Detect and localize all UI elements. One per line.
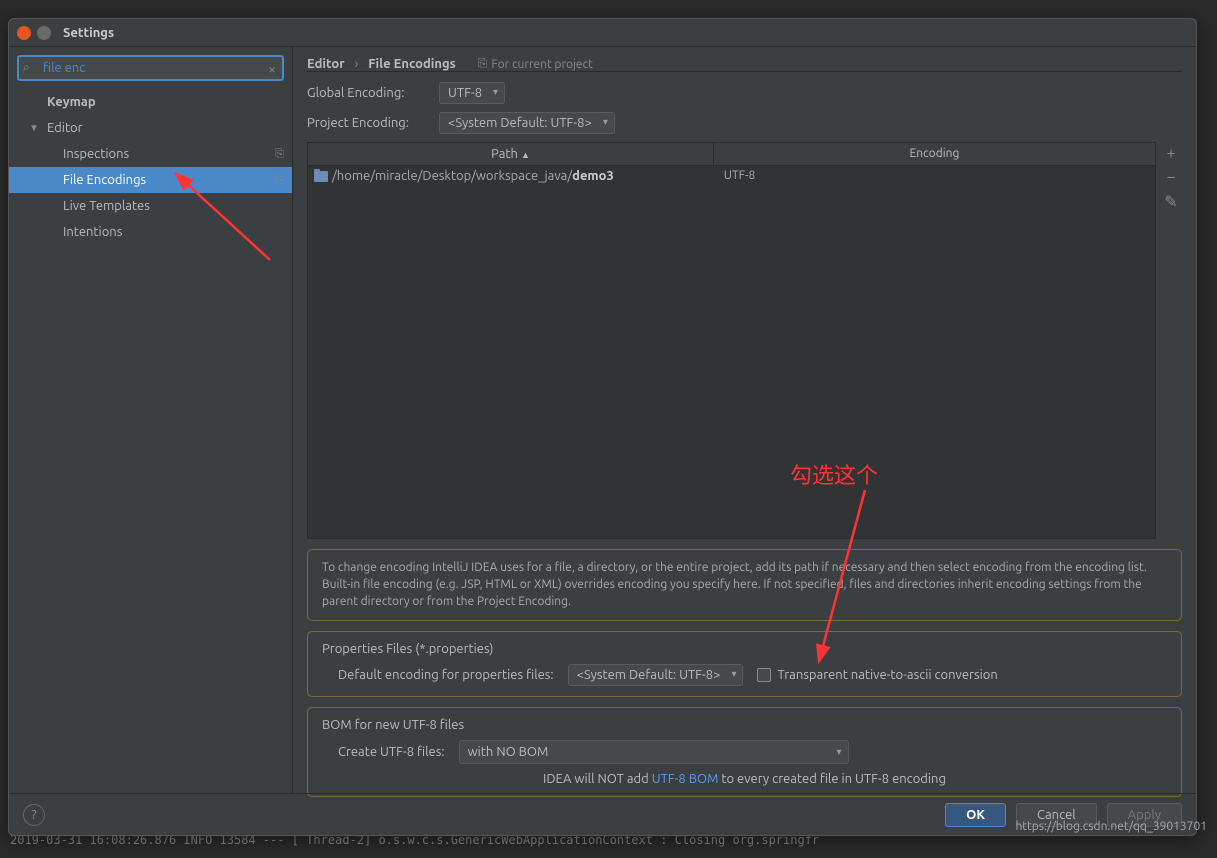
edit-row-button[interactable]: ✎ bbox=[1160, 192, 1182, 211]
remove-row-button[interactable]: − bbox=[1160, 168, 1182, 186]
encoding-table: Path▲ Encoding /home/miracle/Desktop/wor… bbox=[307, 142, 1156, 539]
default-props-encoding-dropdown[interactable]: <System Default: UTF-8> bbox=[568, 664, 744, 686]
table-row[interactable]: /home/miracle/Desktop/workspace_java/dem… bbox=[308, 166, 1155, 186]
settings-tree: Keymap ▼Editor Inspections⎘ File Encodin… bbox=[9, 89, 292, 793]
settings-dialog: Settings ⌕ × Keymap ▼Editor Inspections⎘… bbox=[8, 18, 1197, 836]
caret-down-icon: ▼ bbox=[29, 122, 39, 134]
help-button[interactable]: ? bbox=[23, 804, 45, 826]
encoding-cell[interactable]: UTF-8 bbox=[704, 169, 1149, 183]
column-header-encoding[interactable]: Encoding bbox=[714, 143, 1155, 165]
transparent-ascii-checkbox[interactable] bbox=[757, 668, 771, 682]
titlebar: Settings bbox=[9, 19, 1196, 47]
breadcrumb: Editor › File Encodings For current proj… bbox=[307, 57, 1182, 72]
add-row-button[interactable]: + bbox=[1160, 144, 1182, 162]
folder-icon bbox=[314, 171, 328, 182]
sidebar-item-editor[interactable]: ▼Editor bbox=[9, 115, 292, 141]
window-minimize-button[interactable] bbox=[37, 26, 51, 40]
project-encoding-dropdown[interactable]: <System Default: UTF-8> bbox=[439, 112, 615, 134]
bom-title: BOM for new UTF-8 files bbox=[322, 718, 1167, 732]
scope-badge: For current project bbox=[478, 57, 593, 71]
breadcrumb-current: File Encodings bbox=[368, 57, 456, 71]
ok-button[interactable]: OK bbox=[945, 803, 1006, 827]
sort-asc-icon: ▲ bbox=[521, 150, 530, 160]
project-scope-icon: ⎘ bbox=[275, 148, 284, 161]
sidebar-item-intentions[interactable]: Intentions bbox=[9, 219, 292, 245]
annotation-text: 勾选这个 bbox=[790, 458, 878, 490]
watermark-text: https://blog.csdn.net/qq_39013701 bbox=[1015, 820, 1207, 833]
properties-panel: Properties Files (*.properties) Default … bbox=[307, 631, 1182, 697]
search-icon: ⌕ bbox=[23, 61, 30, 75]
default-props-encoding-label: Default encoding for properties files: bbox=[338, 668, 554, 682]
clear-search-icon[interactable]: × bbox=[268, 61, 276, 77]
project-encoding-label: Project Encoding: bbox=[307, 116, 427, 130]
utf8-bom-link[interactable]: UTF-8 BOM bbox=[652, 772, 719, 786]
window-close-button[interactable] bbox=[17, 26, 31, 40]
breadcrumb-root[interactable]: Editor bbox=[307, 57, 345, 71]
column-header-path[interactable]: Path▲ bbox=[308, 143, 714, 165]
sidebar-item-keymap[interactable]: Keymap bbox=[9, 89, 292, 115]
search-input[interactable] bbox=[17, 55, 284, 81]
bom-note: IDEA will NOT add UTF-8 BOM to every cre… bbox=[322, 772, 1167, 786]
settings-content: Editor › File Encodings For current proj… bbox=[293, 47, 1196, 793]
settings-sidebar: ⌕ × Keymap ▼Editor Inspections⎘ File Enc… bbox=[9, 47, 293, 793]
window-title: Settings bbox=[63, 26, 114, 40]
transparent-ascii-label: Transparent native-to-ascii conversion bbox=[777, 668, 997, 682]
breadcrumb-separator: › bbox=[355, 57, 359, 71]
global-encoding-dropdown[interactable]: UTF-8 bbox=[439, 82, 505, 104]
sidebar-item-live-templates[interactable]: Live Templates bbox=[9, 193, 292, 219]
create-utf8-label: Create UTF-8 files: bbox=[338, 745, 445, 759]
properties-title: Properties Files (*.properties) bbox=[322, 642, 1167, 656]
create-utf8-dropdown[interactable]: with NO BOM bbox=[459, 740, 849, 764]
sidebar-item-file-encodings[interactable]: File Encodings⎘ bbox=[9, 167, 292, 193]
hint-text: To change encoding IntelliJ IDEA uses fo… bbox=[322, 560, 1167, 610]
bom-panel: BOM for new UTF-8 files Create UTF-8 fil… bbox=[307, 707, 1182, 797]
path-cell: /home/miracle/Desktop/workspace_java/dem… bbox=[332, 169, 614, 183]
global-encoding-label: Global Encoding: bbox=[307, 86, 427, 100]
project-scope-icon: ⎘ bbox=[275, 174, 284, 187]
hint-panel: To change encoding IntelliJ IDEA uses fo… bbox=[307, 549, 1182, 621]
sidebar-item-inspections[interactable]: Inspections⎘ bbox=[9, 141, 292, 167]
